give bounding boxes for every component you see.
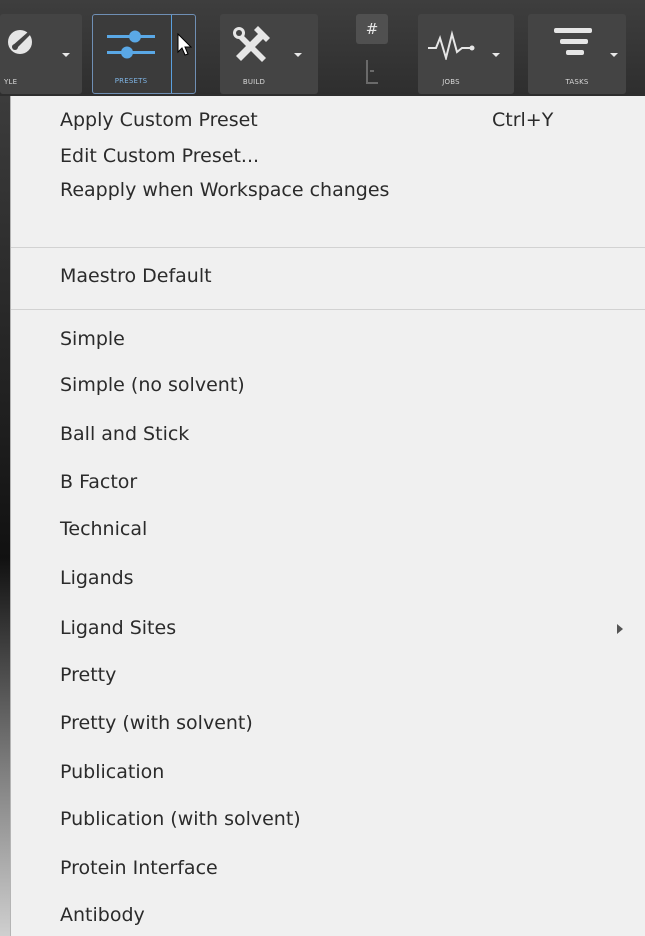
menu-item-label: Simple (no solvent) (60, 374, 245, 396)
build-label: BUILD (242, 78, 266, 86)
tasks-icon (554, 28, 592, 55)
menu-item-edit-custom-preset[interactable]: Edit Custom Preset... (11, 140, 645, 173)
style-icon (8, 30, 32, 54)
menu-item-maestro-default[interactable]: Maestro Default (11, 260, 645, 293)
menu-item-label: B Factor (60, 471, 138, 493)
menu-item-simple[interactable]: Simple (11, 323, 645, 356)
jobs-button[interactable]: JOBS (418, 14, 514, 94)
menu-item-label: Maestro Default (60, 265, 212, 287)
menu-item-label: Protein Interface (60, 857, 218, 879)
menu-separator (11, 309, 645, 310)
menu-item-label: Reapply when Workspace changes (60, 179, 390, 201)
menu-item-ball-and-stick[interactable]: Ball and Stick (11, 418, 645, 451)
presets-menu: Apply Custom Preset Ctrl+Y Edit Custom P… (10, 96, 645, 936)
grid-icon: # (356, 14, 388, 44)
toolbar: YLE PRESETS BUILD # JOBS TASKS (0, 0, 645, 96)
mouse-cursor-icon (177, 33, 193, 56)
chevron-down-icon (62, 53, 70, 57)
menu-item-label: Pretty (60, 664, 117, 686)
sliders-icon (107, 30, 155, 59)
menu-item-label: Ligands (60, 567, 134, 589)
style-button[interactable]: YLE (0, 14, 82, 94)
menu-item-simple-no-solvent[interactable]: Simple (no solvent) (11, 369, 645, 402)
menu-item-label: Antibody (60, 904, 145, 926)
split-divider (171, 15, 172, 93)
menu-item-publication-with-solvent[interactable]: Publication (with solvent) (11, 803, 645, 836)
menu-item-label: Edit Custom Preset... (60, 145, 260, 167)
build-tools-icon (233, 26, 270, 62)
chevron-down-icon (610, 53, 618, 57)
menu-item-reapply-on-workspace-change[interactable]: Reapply when Workspace changes (11, 179, 645, 229)
menu-item-publication[interactable]: Publication (11, 756, 645, 789)
presets-button[interactable]: PRESETS (92, 14, 196, 94)
tasks-button[interactable]: TASKS (528, 14, 626, 94)
menu-item-b-factor[interactable]: B Factor (11, 466, 645, 499)
menu-item-antibody[interactable]: Antibody (11, 899, 645, 932)
shortcut-label: Ctrl+Y (492, 109, 554, 131)
pulse-icon (428, 30, 475, 60)
tasks-label: TASKS (565, 78, 589, 86)
scale-icon (366, 60, 378, 84)
presets-label: PRESETS (114, 77, 148, 85)
menu-separator (11, 247, 645, 248)
workspace-edge (0, 96, 10, 936)
menu-item-label: Technical (60, 518, 148, 540)
menu-item-ligand-sites[interactable]: Ligand Sites (11, 612, 645, 645)
menu-item-label: Ball and Stick (60, 423, 190, 445)
menu-item-pretty-with-solvent[interactable]: Pretty (with solvent) (11, 707, 645, 740)
menu-item-label: Pretty (with solvent) (60, 712, 253, 734)
menu-item-label: Publication (60, 761, 165, 783)
menu-item-protein-interface[interactable]: Protein Interface (11, 852, 645, 885)
menu-item-technical[interactable]: Technical (11, 513, 645, 546)
menu-item-label: Apply Custom Preset (60, 109, 258, 131)
chevron-down-icon (294, 53, 302, 57)
chevron-down-icon (492, 53, 500, 57)
menu-item-pretty[interactable]: Pretty (11, 659, 645, 692)
submenu-arrow-icon (617, 624, 623, 634)
menu-item-apply-custom-preset[interactable]: Apply Custom Preset Ctrl+Y (11, 104, 645, 137)
build-button[interactable]: BUILD (220, 14, 318, 94)
menu-item-label: Ligand Sites (60, 617, 177, 639)
jobs-label: JOBS (442, 78, 460, 86)
style-label: YLE (4, 78, 18, 86)
menu-item-ligands[interactable]: Ligands (11, 562, 645, 595)
menu-item-label: Publication (with solvent) (60, 808, 301, 830)
grid-button[interactable]: # (352, 14, 394, 94)
menu-item-label: Simple (60, 328, 125, 350)
